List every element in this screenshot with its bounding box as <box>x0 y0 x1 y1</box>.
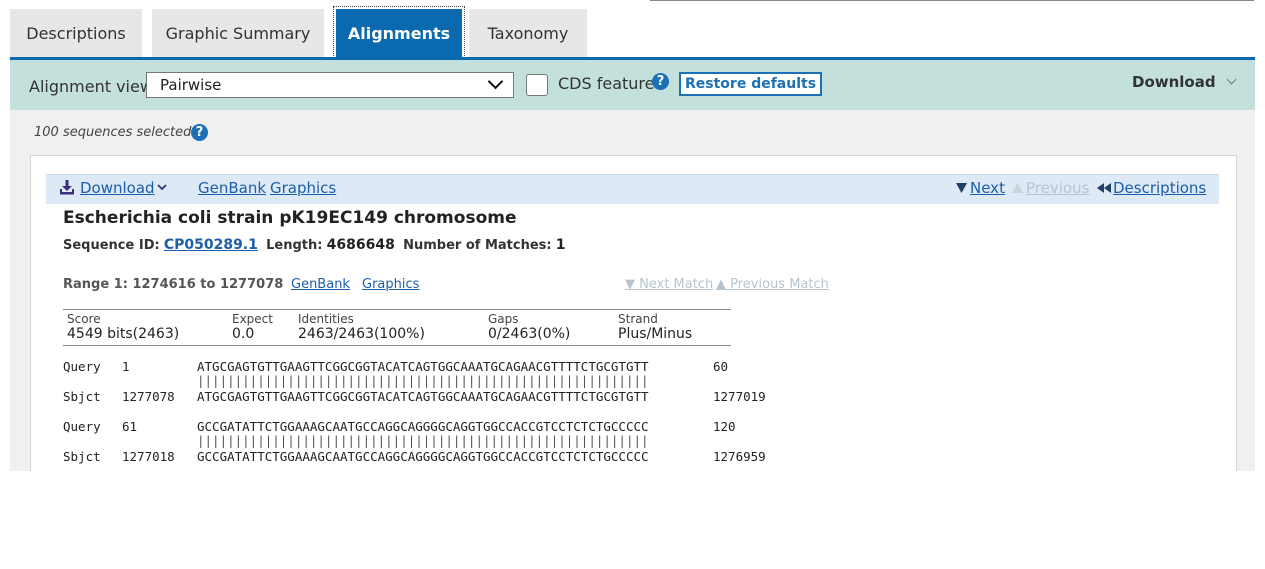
alignment-toolbar: Alignment view Pairwise CDS feature ? Re… <box>10 60 1255 110</box>
stat-header: Gaps <box>488 312 519 326</box>
stat-header: Score <box>67 312 101 326</box>
range-genbank-link[interactable]: GenBank <box>291 277 350 292</box>
query-end: 120 <box>713 419 736 434</box>
match-bars: ||||||||||||||||||||||||||||||||||||||||… <box>197 433 649 448</box>
hit-link-bar: Download GenBank Graphics Next Previous … <box>46 174 1219 204</box>
help-icon[interactable]: ? <box>652 73 669 90</box>
triangle-down-icon <box>956 183 967 193</box>
stat-identities: Identities 2463/2463(100%) <box>298 312 425 342</box>
sbjct-sequence: ATGCGAGTGTTGAAGTTCGGCGGTACATCAGTGGCAAATG… <box>197 389 649 404</box>
hit-download-label: Download <box>80 179 155 197</box>
stat-expect: Expect 0.0 <box>232 312 273 342</box>
stat-strand: Strand Plus/Minus <box>618 312 692 342</box>
help-icon[interactable]: ? <box>191 124 208 141</box>
stat-gaps: Gaps 0/2463(0%) <box>488 312 570 342</box>
range-heading: Range 1: 1274616 to 1277078 <box>63 277 284 292</box>
number-of-matches-value: 1 <box>555 237 566 253</box>
sbjct-label: Sbjct <box>63 449 101 464</box>
query-label: Query <box>63 359 101 374</box>
top-divider <box>650 0 1254 1</box>
next-match-link[interactable]: ▼ Next Match <box>625 277 713 292</box>
cds-feature-checkbox[interactable] <box>526 74 548 96</box>
cds-feature-label: CDS feature <box>558 74 655 93</box>
double-triangle-left-icon <box>1097 183 1111 193</box>
length-label: Length: <box>266 238 323 253</box>
download-icon <box>60 180 74 195</box>
stat-header: Identities <box>298 312 354 326</box>
stat-score: Score 4549 bits(2463) <box>67 312 179 342</box>
chevron-down-icon <box>157 184 167 191</box>
tab-alignments[interactable]: Alignments <box>333 6 465 60</box>
alignment-block: Query 1 ATGCGAGTGTTGAAGTTCGGCGGTACATCAGT… <box>63 359 783 404</box>
alignment-block: Query 61 GCCGATATTCTGGAAAGCAATGCCAGGCAGG… <box>63 419 783 464</box>
restore-defaults-button[interactable]: Restore defaults <box>679 72 823 96</box>
stat-value: 0.0 <box>232 326 255 342</box>
sbjct-label: Sbjct <box>63 389 101 404</box>
stat-header: Expect <box>232 312 273 326</box>
next-link[interactable]: Next <box>970 179 1005 197</box>
query-label: Query <box>63 419 101 434</box>
length-value: 4686648 <box>326 237 395 253</box>
sbjct-start: 1277018 <box>122 449 175 464</box>
alignment-view-select[interactable]: Pairwise <box>146 72 514 98</box>
tab-taxonomy[interactable]: Taxonomy <box>469 9 587 57</box>
query-start: 1 <box>122 359 130 374</box>
tab-graphic-summary[interactable]: Graphic Summary <box>152 9 324 57</box>
download-menu-button[interactable]: Download <box>1132 73 1237 91</box>
hit-metadata: Sequence ID: CP050289.1 Length: 4686648 … <box>63 237 565 253</box>
range-graphics-link[interactable]: Graphics <box>362 277 419 292</box>
sequences-selected-text: 100 sequences selected <box>34 125 192 140</box>
sbjct-end: 1276959 <box>713 449 766 464</box>
query-start: 61 <box>122 419 138 434</box>
stat-value: 2463/2463(100%) <box>298 326 425 342</box>
chevron-down-icon <box>1226 74 1237 85</box>
number-of-matches-label: Number of Matches: <box>403 238 552 253</box>
sbjct-end: 1277019 <box>713 389 766 404</box>
stat-value: 0/2463(0%) <box>488 326 571 342</box>
hit-download-link[interactable]: Download <box>80 179 155 197</box>
stat-header: Strand <box>618 312 658 326</box>
chevron-down-icon <box>487 73 504 90</box>
sequence-id-label: Sequence ID: <box>63 238 160 253</box>
download-label: Download <box>1132 73 1216 91</box>
alignment-stats-table: Score 4549 bits(2463) Expect 0.0 Identit… <box>63 309 731 346</box>
stat-value: 4549 bits(2463) <box>67 326 180 342</box>
sbjct-start: 1277078 <box>122 389 175 404</box>
query-end: 60 <box>713 359 729 374</box>
sbjct-sequence: GCCGATATTCTGGAAAGCAATGCCAGGCAGGGGCAGGTGG… <box>197 449 649 464</box>
graphics-link[interactable]: Graphics <box>270 179 336 197</box>
triangle-up-icon <box>1012 183 1023 193</box>
match-bars: ||||||||||||||||||||||||||||||||||||||||… <box>197 373 649 388</box>
descriptions-link[interactable]: Descriptions <box>1113 179 1206 197</box>
tab-descriptions[interactable]: Descriptions <box>10 9 142 57</box>
alignment-view-value: Pairwise <box>160 76 222 94</box>
query-sequence: GCCGATATTCTGGAAAGCAATGCCAGGCAGGGGCAGGTGG… <box>197 419 649 434</box>
stat-value: Plus/Minus <box>618 326 693 342</box>
previous-match-link[interactable]: ▲ Previous Match <box>716 277 829 292</box>
sequence-id-link[interactable]: CP050289.1 <box>164 237 258 253</box>
genbank-link[interactable]: GenBank <box>198 179 266 197</box>
hit-title: Escherichia coli strain pK19EC149 chromo… <box>63 208 517 228</box>
alignment-view-label: Alignment view <box>29 77 153 96</box>
previous-link[interactable]: Previous <box>1026 179 1089 197</box>
query-sequence: ATGCGAGTGTTGAAGTTCGGCGGTACATCAGTGGCAAATG… <box>197 359 649 374</box>
